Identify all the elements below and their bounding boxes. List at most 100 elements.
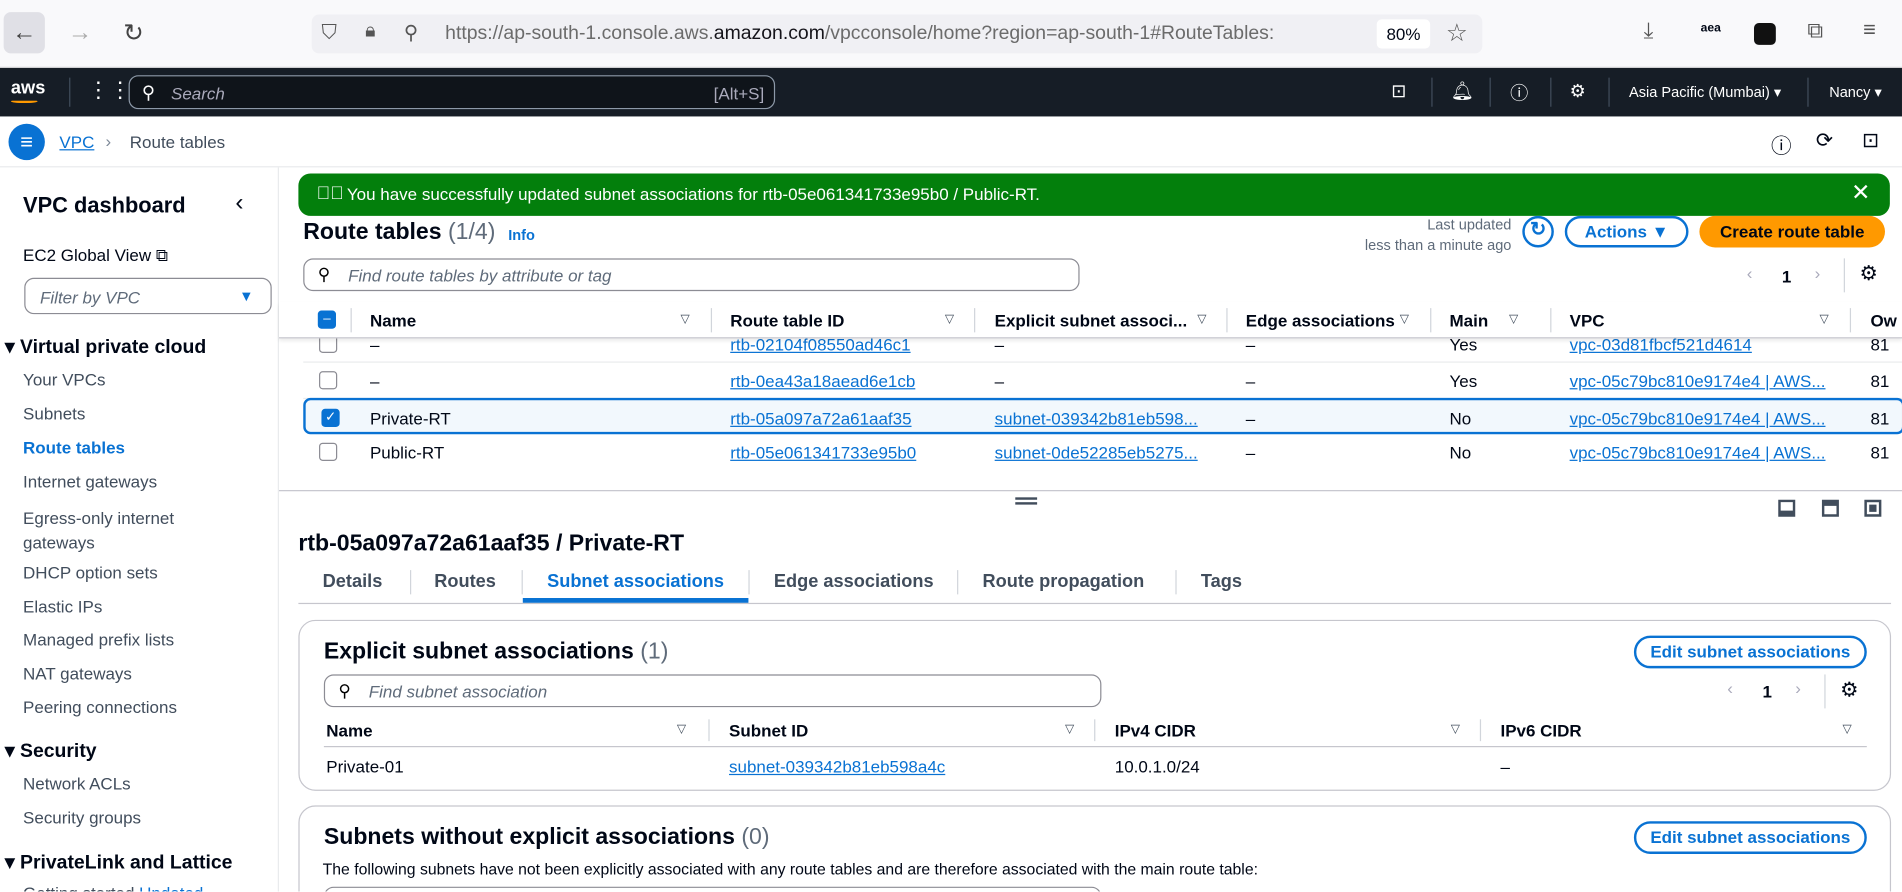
edit-subnet-associations-button[interactable]: Edit subnet associations [1633,821,1867,854]
panel-side-icon[interactable] [1821,499,1839,517]
extension-aea-icon[interactable]: aea [1701,22,1721,35]
cloudshell-icon[interactable]: ⊡ [1391,80,1406,102]
bookmark-star-icon[interactable]: ☆ [1446,18,1468,48]
shield-icon[interactable]: ⛉ [321,21,336,45]
subnets-without-associations-card: Subnets without explicit associations (0… [298,805,1892,892]
bell-icon[interactable]: 🔔︎ [1451,80,1474,102]
filter-by-vpc-select[interactable]: Filter by VPC ▼ [24,277,272,315]
sidebar-item-nat-gateways[interactable]: NAT gateways [23,664,132,683]
sidebar-section-security[interactable]: ▾ Security [5,739,97,763]
sidebar-item-network-acls[interactable]: Network ACLs [23,774,131,793]
panel-bottom-icon[interactable] [1778,499,1796,517]
tab-edge-associations[interactable]: Edge associations [774,571,934,592]
column-edge-associations[interactable]: Edge associations [1246,311,1395,330]
actions-button[interactable]: Actions ▼ [1564,215,1689,248]
table-row[interactable]: – rtb-02104f08550ad46c1 – – Yes vpc-03d8… [303,338,1902,363]
prev-page-icon[interactable]: ‹ [1727,678,1733,697]
info-icon[interactable]: ⓘ [1771,129,1792,159]
address-bar[interactable]: ⛉ 🔒︎ ⚲ https://ap-south-1.console.aws.am… [311,14,1483,54]
info-link[interactable]: Info [508,227,535,244]
tab-details[interactable]: Details [323,571,383,592]
page-number[interactable]: 1 [1762,682,1771,701]
recent-icon[interactable]: ⟳ [1816,129,1833,153]
column-name[interactable]: Name [370,311,416,330]
sort-icon: ▽ [1197,312,1207,327]
table-row[interactable]: Private-01 subnet-039342b81eb598a4c 10.0… [324,750,1867,784]
table-row[interactable]: – rtb-0ea43a18aead6e1cb – – Yes vpc-05c7… [303,363,1902,400]
sidebar-item-egress-only[interactable]: Egress-only internet gateways [23,506,205,555]
back-button[interactable]: ← [3,12,45,54]
sort-icon: ▽ [1508,312,1519,327]
zoom-level[interactable]: 80% [1376,19,1431,49]
panel-full-icon[interactable] [1864,499,1882,517]
tab-routes[interactable]: Routes [434,571,496,592]
aws-logo[interactable]: aws [11,78,45,99]
sidebar-item-prefix-lists[interactable]: Managed prefix lists [23,630,174,649]
row-checkbox[interactable] [319,442,338,461]
refresh-button[interactable]: ↻ [1522,215,1554,248]
card-description: The following subnets have not been expl… [322,860,1258,879]
search-input[interactable]: ⚲ Search [Alt+S] [128,75,776,110]
column-main[interactable]: Main [1450,311,1489,330]
region-selector[interactable]: Asia Pacific (Mumbai) ▾ [1629,84,1781,101]
permissions-icon[interactable]: ⚲ [404,21,418,45]
forward-button[interactable]: → [59,12,100,53]
drag-handle-icon[interactable] [1015,497,1038,505]
row-checkbox[interactable] [319,371,338,390]
route-tables-search-input[interactable]: ⚲ Find route tables by attribute or tag [303,258,1080,292]
side-nav-toggle-button[interactable]: ≡ [8,123,45,161]
preferences-gear-icon[interactable]: ⚙ [1860,262,1878,286]
download-icon[interactable]: ⤓ [1644,18,1654,43]
split-panel-divider[interactable] [278,490,1902,492]
tab-subnet-associations[interactable]: Subnet associations [547,571,724,592]
page-number[interactable]: 1 [1782,267,1791,286]
lock-icon[interactable]: 🔒︎ [365,21,375,43]
sidebar-item-peering[interactable]: Peering connections [23,697,177,716]
breadcrumb-vpc[interactable]: VPC [59,132,94,151]
select-all-checkbox[interactable]: – [317,310,337,329]
column-vpc[interactable]: VPC [1570,311,1605,330]
tab-route-propagation[interactable]: Route propagation [983,571,1145,592]
reload-button[interactable]: ↻ [113,12,154,53]
sidebar-item-getting-started[interactable]: Getting started Updated [23,883,203,891]
aws-smile-icon [10,99,38,104]
column-owner[interactable]: Ow [1870,311,1896,330]
collapse-sidebar-icon[interactable]: ‹ [235,189,243,217]
sidebar-item-ec2-global-view[interactable]: EC2 Global View ⧉ [23,245,168,266]
tab-tags[interactable]: Tags [1201,571,1242,592]
caret-down-icon: ▼ [239,287,254,305]
table-row[interactable]: Public-RT rtb-05e061341733e95b0 subnet-0… [303,434,1902,470]
table-row-selected[interactable]: ✓ Private-RT rtb-05a097a72a61aaf35 subne… [303,397,1902,435]
menu-icon[interactable]: ≡ [1863,17,1876,42]
sidebar-item-dhcp[interactable]: DHCP option sets [23,563,158,582]
preferences-gear-icon[interactable]: ⚙ [1840,678,1858,702]
sidebar-item-elastic-ips[interactable]: Elastic IPs [23,597,102,616]
feedback-icon[interactable]: ⊡ [1862,129,1879,153]
browser-toolbar: ← → ↻ ⛉ 🔒︎ ⚲ https://ap-south-1.console.… [0,0,1902,68]
create-route-table-button[interactable]: Create route table [1699,215,1886,248]
route-tables-body: – rtb-02104f08550ad46c1 – – Yes vpc-03d8… [0,338,1902,486]
search-icon: ⚲ [141,82,156,104]
subnet-association-search-input[interactable]: ⚲ Find subnet association [323,674,1102,708]
prev-page-icon[interactable]: ‹ [1747,263,1753,282]
column-route-table-id[interactable]: Route table ID [730,311,844,330]
gear-icon[interactable]: ⚙ [1570,80,1586,102]
search-icon: ⚲ [317,264,331,284]
sidebar-section-privatelink[interactable]: ▾ PrivateLink and Lattice [5,850,233,874]
next-page-icon[interactable]: › [1795,678,1801,697]
row-checkbox[interactable] [319,338,338,353]
next-page-icon[interactable]: › [1815,263,1821,282]
extension-icon[interactable] [1753,23,1776,45]
row-checkbox[interactable]: ✓ [321,408,340,427]
search-input[interactable] [323,886,1102,892]
user-menu[interactable]: Nancy ▾ [1829,84,1882,101]
url-text[interactable]: https://ap-south-1.console.aws.amazon.co… [445,23,1274,45]
sidebar-item-security-groups[interactable]: Security groups [23,808,141,827]
edit-subnet-associations-button[interactable]: Edit subnet associations [1633,635,1867,669]
extensions-puzzle-icon[interactable]: ⧉ [1807,18,1823,43]
column-explicit-subnet[interactable]: Explicit subnet associ... [995,311,1188,330]
help-icon[interactable]: ⓘ [1510,80,1528,105]
sort-icon: ▽ [680,312,690,327]
close-icon[interactable]: ✕ [1851,180,1870,208]
table-header: – Name ▽ Route table ID ▽ Explicit subne… [278,302,1902,339]
